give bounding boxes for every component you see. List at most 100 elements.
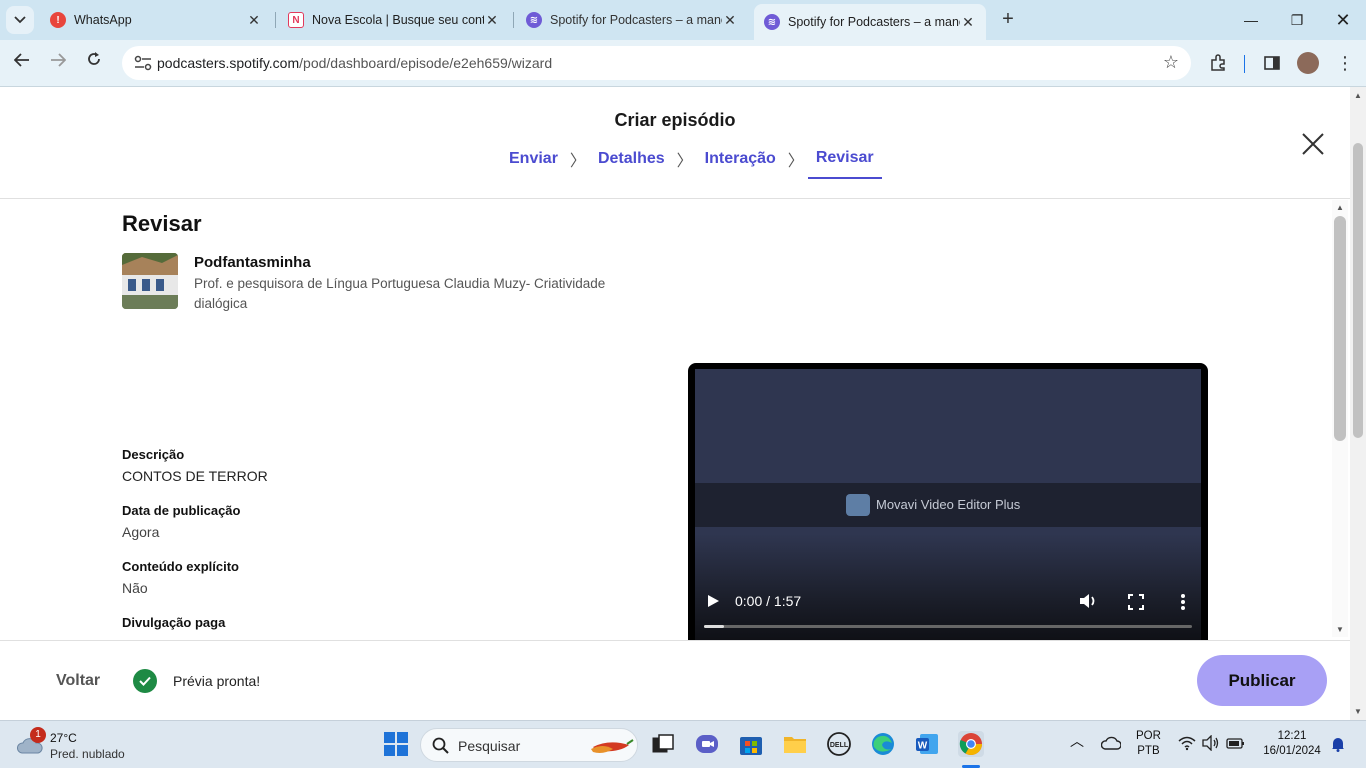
- teams-chat-icon[interactable]: [694, 731, 720, 757]
- step-enviar[interactable]: Enviar: [509, 150, 558, 178]
- new-tab-button[interactable]: +: [996, 8, 1020, 32]
- tab-whatsapp[interactable]: ! WhatsApp ✕: [40, 4, 272, 36]
- field-value: CONTOS DE TERROR: [122, 468, 268, 484]
- microsoft-store-icon[interactable]: [738, 731, 764, 757]
- video-player[interactable]: Movavi Video Editor Plus 0:00 / 1:57: [688, 363, 1208, 653]
- chevron-down-icon: [14, 16, 26, 24]
- play-icon[interactable]: [706, 594, 720, 608]
- task-view-icon[interactable]: [650, 731, 676, 757]
- spotify-podcasters-icon: ≋: [764, 14, 780, 30]
- nova-escola-icon: N: [288, 12, 304, 28]
- dell-icon[interactable]: DELL: [826, 731, 852, 757]
- restore-button[interactable]: ❐: [1285, 8, 1309, 32]
- minimize-button[interactable]: —: [1239, 8, 1263, 32]
- browser-toolbar: podcasters.spotify.com/pod/dashboard/epi…: [0, 40, 1366, 87]
- content-scroll-thumb[interactable]: [1334, 216, 1346, 441]
- show-description: Prof. e pesquisora de Língua Portuguesa …: [194, 276, 606, 311]
- site-settings-icon[interactable]: [134, 55, 152, 71]
- page-content: Criar episódio Enviar 〉 Detalhes 〉 Inter…: [0, 87, 1350, 720]
- close-window-button[interactable]: ✕: [1331, 8, 1355, 32]
- clock-time: 12:21: [1277, 730, 1307, 742]
- step-revisar[interactable]: Revisar: [807, 149, 882, 179]
- tab-close-icon[interactable]: ✕: [960, 14, 976, 31]
- field-label: Data de publicação: [122, 503, 241, 518]
- battery-icon[interactable]: [1226, 735, 1246, 756]
- back-arrow-icon[interactable]: [9, 50, 35, 76]
- keyboard-layout: PTB: [1137, 745, 1160, 757]
- field-value: Não: [122, 580, 148, 596]
- windows-start-icon[interactable]: [383, 731, 409, 757]
- edge-browser-icon[interactable]: [870, 731, 896, 757]
- chrome-menu-icon[interactable]: ⋮: [1334, 52, 1356, 74]
- tab-close-icon[interactable]: ✕: [246, 12, 262, 29]
- field-data-publicacao: Data de publicação Agora: [122, 503, 240, 540]
- weather-temp: 27°C: [50, 731, 77, 745]
- step-detalhes[interactable]: Detalhes: [598, 150, 665, 178]
- show-info: Podfantasminha Prof. e pesquisora de Lín…: [122, 253, 642, 313]
- page-scrollbar[interactable]: ▲ ▼: [1350, 87, 1366, 720]
- publish-button[interactable]: Publicar: [1197, 655, 1327, 706]
- browser-tab-bar: ! WhatsApp ✕ N Nova Escola | Busque seu …: [0, 0, 1366, 40]
- side-panel-icon[interactable]: [1261, 52, 1283, 74]
- close-icon[interactable]: [1300, 131, 1326, 157]
- windows-taskbar: 1 27°C Pred. nublado Pesquisar DELL W ︿ …: [0, 720, 1366, 768]
- movavi-logo-icon: [846, 494, 870, 516]
- video-progress-bar[interactable]: [704, 625, 1192, 628]
- show-artwork: [122, 253, 178, 309]
- fullscreen-icon[interactable]: [1128, 594, 1144, 610]
- system-clock[interactable]: 12:21 16/01/2024: [1258, 729, 1326, 759]
- more-options-icon[interactable]: [1180, 593, 1186, 611]
- wifi-icon[interactable]: [1178, 735, 1196, 756]
- forward-arrow-icon[interactable]: [45, 50, 71, 76]
- weather-widget[interactable]: 1 27°C Pred. nublado: [16, 727, 156, 763]
- tab-separator: [275, 12, 276, 28]
- chevron-right-icon: 〉: [676, 153, 693, 170]
- back-button[interactable]: Voltar: [56, 672, 100, 690]
- spotify-podcasters-icon: ≋: [526, 12, 542, 28]
- chevron-right-icon: 〉: [569, 153, 586, 170]
- taskbar-search[interactable]: Pesquisar: [420, 728, 638, 762]
- chrome-icon[interactable]: [958, 731, 984, 757]
- svg-text:W: W: [918, 741, 928, 752]
- search-icon: [432, 737, 449, 754]
- preview-status: Prévia pronta!: [173, 673, 261, 689]
- sync-cloud-icon[interactable]: [1100, 735, 1122, 756]
- svg-text:DELL: DELL: [830, 742, 849, 749]
- field-conteudo-explicito: Conteúdo explícito Não: [122, 559, 239, 596]
- url-text: podcasters.spotify.com/pod/dashboard/epi…: [157, 55, 553, 71]
- volume-icon[interactable]: [1078, 592, 1098, 610]
- address-bar[interactable]: podcasters.spotify.com/pod/dashboard/epi…: [122, 46, 1191, 80]
- extensions-icon[interactable]: [1207, 52, 1229, 74]
- page-scroll-thumb[interactable]: [1353, 143, 1363, 438]
- content-scrollbar[interactable]: ▲ ▼: [1332, 200, 1348, 637]
- profile-avatar[interactable]: [1297, 52, 1319, 74]
- field-descricao: Descrição CONTOS DE TERROR: [122, 447, 268, 484]
- bookmark-star-icon[interactable]: ☆: [1163, 52, 1179, 73]
- tab-title: Nova Escola | Busque seu conte: [312, 13, 484, 27]
- tab-close-icon[interactable]: ✕: [722, 12, 738, 29]
- step-interacao[interactable]: Interação: [705, 150, 776, 178]
- tab-search-button[interactable]: [6, 6, 34, 34]
- wizard-steps: Enviar 〉 Detalhes 〉 Interação 〉 Revisar: [509, 147, 882, 181]
- chili-pepper-icon: [591, 739, 634, 753]
- notification-bell-icon[interactable]: [1330, 736, 1346, 757]
- tab-spotify-podcasters-active[interactable]: ≋ Spotify for Podcasters – a mane ✕: [754, 4, 986, 40]
- field-label: Conteúdo explícito: [122, 559, 239, 574]
- video-time: 0:00 / 1:57: [735, 593, 802, 609]
- tab-separator: [513, 12, 514, 28]
- search-placeholder: Pesquisar: [458, 738, 521, 754]
- tab-spotify-podcasters[interactable]: ≋ Spotify for Podcasters – a mane ✕: [516, 4, 748, 36]
- tab-title: Spotify for Podcasters – a mane: [788, 15, 960, 29]
- reload-icon[interactable]: [81, 50, 107, 76]
- language-code: POR: [1136, 730, 1161, 742]
- input-language[interactable]: POR PTB: [1136, 729, 1161, 759]
- word-icon[interactable]: W: [914, 731, 940, 757]
- tab-close-icon[interactable]: ✕: [484, 12, 500, 29]
- tab-title: WhatsApp: [74, 13, 132, 27]
- tab-nova-escola[interactable]: N Nova Escola | Busque seu conte ✕: [278, 4, 510, 36]
- file-explorer-icon[interactable]: [782, 731, 808, 757]
- field-label: Divulgação paga: [122, 615, 226, 630]
- show-hidden-icons-chevron-up-icon[interactable]: ︿: [1070, 734, 1084, 749]
- review-heading: Revisar: [122, 211, 202, 236]
- speaker-icon[interactable]: [1202, 734, 1220, 756]
